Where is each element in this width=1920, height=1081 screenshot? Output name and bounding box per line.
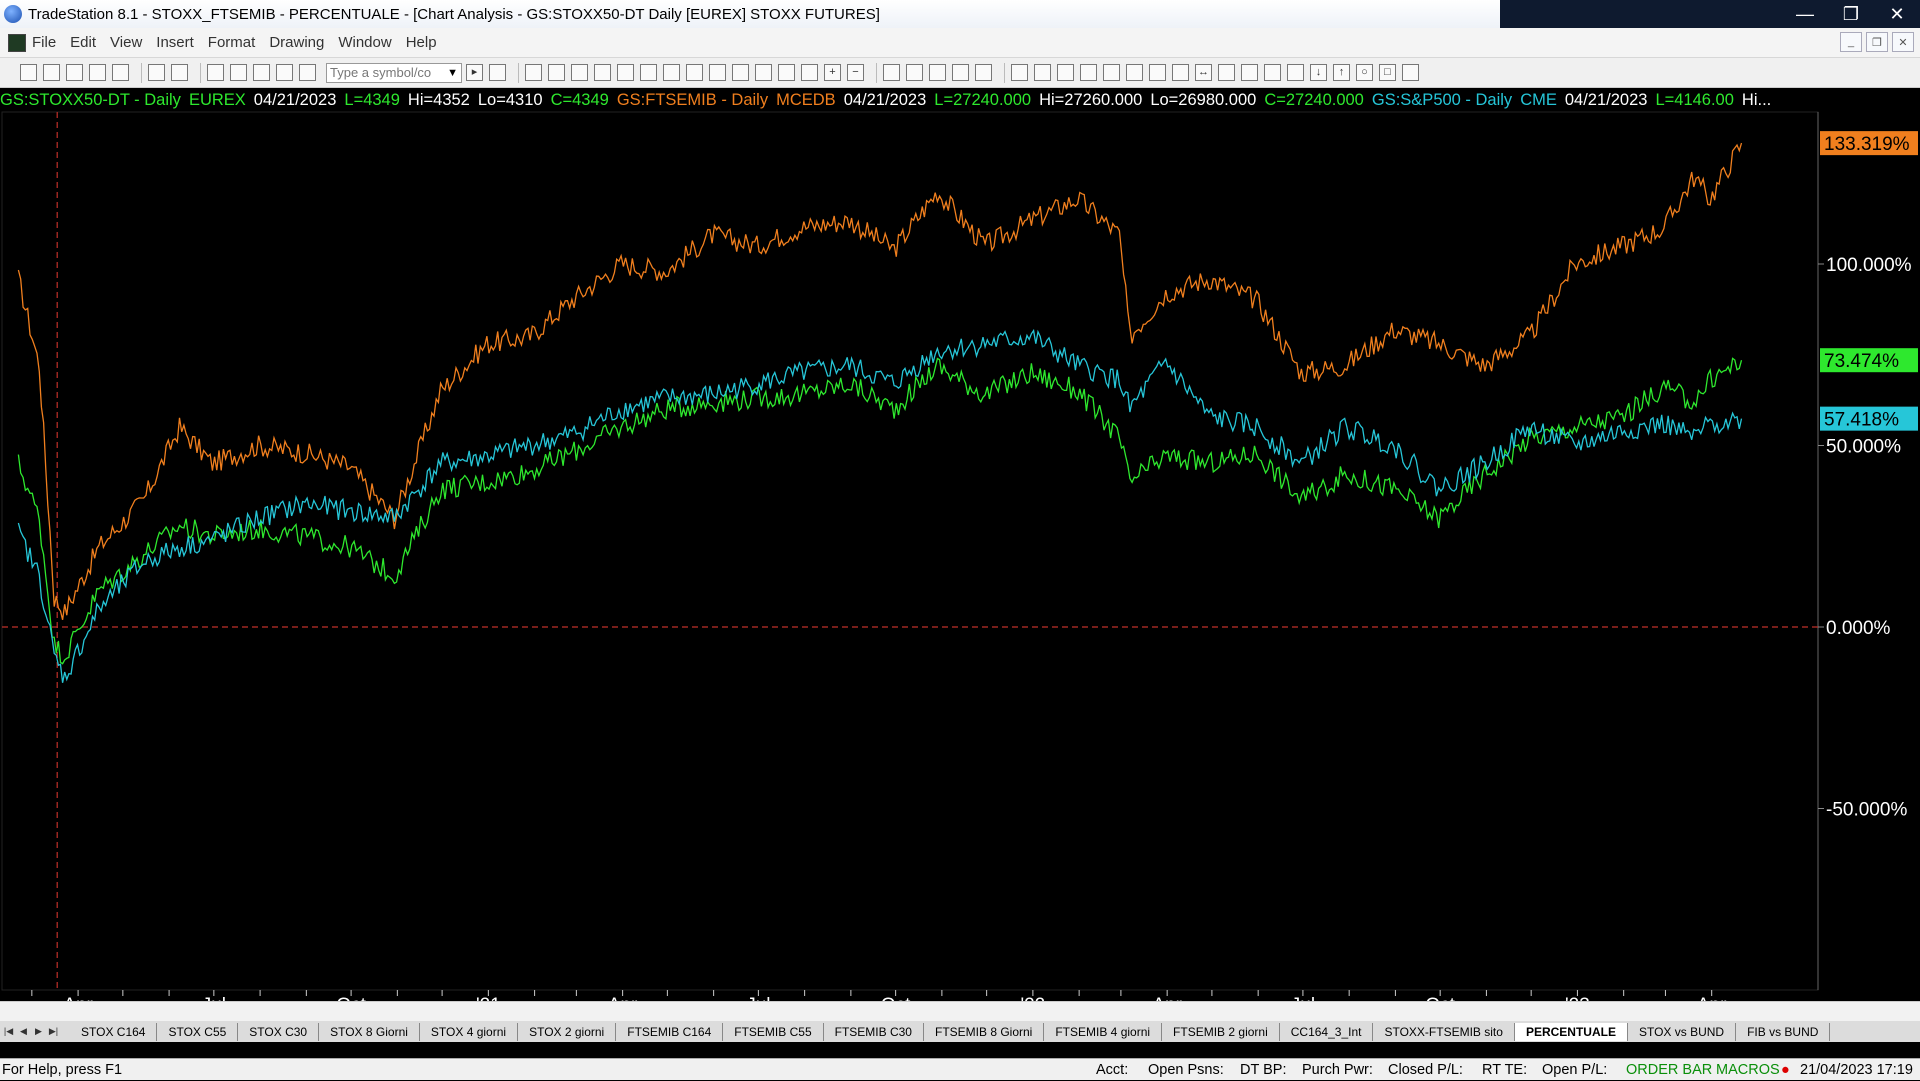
- plot-area: [1, 111, 1819, 991]
- workspace-tab[interactable]: FTSEMIB C55: [723, 1023, 824, 1041]
- workspace-tab[interactable]: FTSEMIB C30: [824, 1023, 924, 1041]
- last-value-label: 73.474%: [1824, 351, 1899, 372]
- status-purch-pwr: Purch Pwr:: [1302, 1062, 1373, 1078]
- tab-prev-icon[interactable]: ◀: [17, 1024, 30, 1038]
- status-datetime: 21/04/2023 17:19: [1800, 1062, 1913, 1078]
- status-acct: Acct:: [1096, 1062, 1129, 1078]
- tab-first-icon[interactable]: |◀: [2, 1024, 15, 1038]
- workspace-tabs: STOX C164 STOX C55 STOX C30 STOX 8 Giorni ST…: [70, 1023, 1831, 1041]
- y-tick-label: -50.000%: [1826, 800, 1907, 821]
- y-tick-label: 100.000%: [1826, 255, 1912, 276]
- status-open-psns: Open Psns:: [1148, 1062, 1224, 1078]
- last-value-label: 57.418%: [1824, 410, 1899, 431]
- last-value-label: 133.319%: [1824, 134, 1910, 155]
- status-closed-pl: Closed P/L:: [1388, 1062, 1463, 1078]
- workspace-tab[interactable]: CC164_3_Int: [1280, 1023, 1374, 1041]
- workspace-tab[interactable]: STOX 8 Giorni: [319, 1023, 420, 1041]
- macros-button[interactable]: MACROS: [1716, 1059, 1780, 1081]
- horizontal-scrollbar[interactable]: [0, 1001, 1920, 1021]
- connection-status-icon: ●: [1781, 1062, 1790, 1078]
- workspace-tab[interactable]: STOX C30: [238, 1023, 320, 1041]
- workspace-tab[interactable]: FTSEMIB C164: [616, 1023, 724, 1041]
- tab-navigation: |◀ ◀ ▶ ▶|: [2, 1024, 60, 1038]
- workspace-tab[interactable]: FTSEMIB 4 giorni: [1044, 1023, 1163, 1041]
- status-bar: For Help, press F1 Acct: Open Psns: DT B…: [0, 1058, 1920, 1080]
- workspace-tab[interactable]: STOX vs BUND: [1628, 1023, 1737, 1041]
- status-rt-te: RT TE:: [1482, 1062, 1528, 1078]
- status-help-text: For Help, press F1: [2, 1062, 123, 1078]
- workspace-tab[interactable]: FTSEMIB 8 Giorni: [924, 1023, 1045, 1041]
- series-line: [17, 142, 1743, 620]
- tab-next-icon[interactable]: ▶: [32, 1024, 45, 1038]
- y-tick-label: 0.000%: [1826, 618, 1891, 639]
- workspace-tab[interactable]: FTSEMIB 2 giorni: [1162, 1023, 1280, 1041]
- status-open-pl: Open P/L:: [1542, 1062, 1608, 1078]
- workspace-tab[interactable]: STOX C55: [157, 1023, 239, 1041]
- order-bar-button[interactable]: ORDER BAR: [1626, 1059, 1712, 1081]
- workspace-tab[interactable]: STOX 2 giorni: [518, 1023, 617, 1041]
- y-tick-label: 50.000%: [1826, 437, 1901, 458]
- workspace-tab-bar: |◀ ◀ ▶ ▶| STOX C164 STOX C55 STOX C30 STOX …: [0, 1001, 1920, 1042]
- workspace-tab[interactable]: STOXX-FTSEMIB sito: [1373, 1023, 1515, 1041]
- workspace-tab[interactable]: PERCENTUALE: [1514, 1023, 1628, 1041]
- series-line: [17, 357, 1743, 665]
- workspace-tab[interactable]: FIB vs BUND: [1736, 1023, 1831, 1041]
- tab-last-icon[interactable]: ▶|: [47, 1024, 60, 1038]
- status-dt-bp: DT BP:: [1240, 1062, 1287, 1078]
- series-line: [17, 328, 1743, 683]
- price-chart[interactable]: 100.000% 50.000% 0.000% -50.000% 133.319% 73.…: [0, 0, 1920, 1020]
- workspace-tab[interactable]: STOX C164: [70, 1023, 158, 1041]
- workspace-tab[interactable]: STOX 4 giorni: [420, 1023, 519, 1041]
